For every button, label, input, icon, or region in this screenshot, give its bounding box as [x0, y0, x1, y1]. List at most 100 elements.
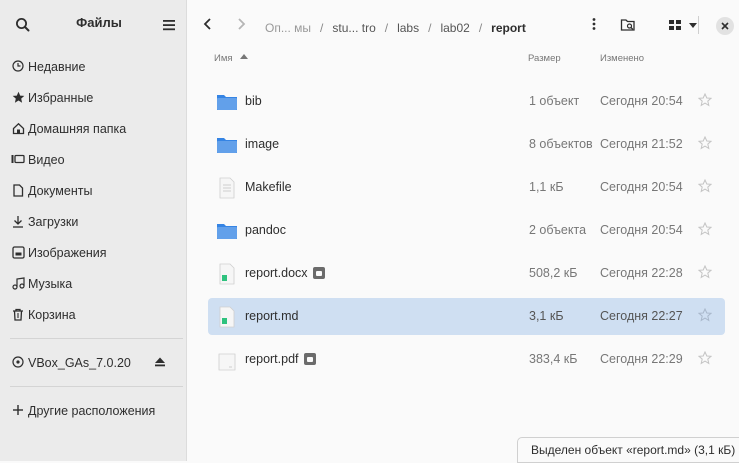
breadcrumb-segment[interactable]: Оп... мы [264, 21, 312, 35]
lock-icon [303, 353, 316, 365]
sidebar-item-device[interactable]: VBox_GAs_7.0.20 [0, 347, 187, 378]
star-outline-icon[interactable] [698, 179, 712, 193]
trash-icon [11, 307, 25, 321]
breadcrumb-separator: / [428, 21, 432, 35]
breadcrumb-separator: / [320, 21, 324, 35]
breadcrumb-separator: / [478, 21, 483, 35]
breadcrumb-segment[interactable]: stu... tro [331, 21, 376, 35]
sidebar-item-starred[interactable]: Избранные [0, 82, 187, 113]
column-header-modified[interactable]: Изменено [600, 53, 644, 64]
sidebar-header: Файлы [0, 0, 187, 48]
sidebar-item-label: Корзина [28, 307, 76, 322]
star-outline-icon[interactable] [698, 136, 712, 150]
sidebar-item-trash[interactable]: Корзина [0, 299, 187, 330]
folder-icon [217, 95, 237, 110]
sidebar-item-label: VBox_GAs_7.0.20 [28, 355, 131, 370]
forward-icon[interactable] [234, 17, 248, 31]
disc-icon [11, 355, 25, 369]
folder-search-icon[interactable] [620, 17, 636, 33]
sidebar: Файлы Недавние Избранные Домашняя папка … [0, 0, 187, 461]
breadcrumb-segment[interactable]: lab02 [439, 21, 470, 35]
file-size: 1 объект [529, 94, 580, 108]
breadcrumb-current[interactable]: report [490, 21, 527, 35]
text-file-icon [219, 177, 235, 199]
sidebar-item-label: Домашняя папка [28, 121, 127, 136]
music-icon [11, 276, 25, 290]
download-icon [11, 214, 25, 228]
file-row-selected[interactable]: report.md 3,1 кБ Сегодня 22:27 [208, 298, 725, 335]
sidebar-item-label: Видео [28, 152, 65, 167]
sidebar-item-label: Документы [28, 183, 93, 198]
column-header-size[interactable]: Размер [528, 53, 561, 64]
header-bar: Оп... мы / stu... tro / labs / lab02 / r… [187, 0, 739, 48]
video-icon [11, 152, 25, 166]
file-size: 8 объектов [529, 137, 593, 151]
file-size: 383,4 кБ [529, 352, 578, 366]
eject-icon[interactable] [153, 355, 167, 369]
breadcrumb: Оп... мы / stu... tro / labs / lab02 / r… [264, 16, 594, 40]
pdf-file-icon [218, 353, 236, 371]
star-outline-icon[interactable] [698, 308, 712, 322]
back-icon[interactable] [201, 17, 215, 31]
sidebar-divider [10, 338, 183, 339]
search-icon[interactable] [14, 16, 32, 34]
image-icon [11, 245, 25, 259]
file-modified: Сегодня 21:52 [600, 137, 683, 151]
document-file-icon [219, 263, 235, 285]
star-outline-icon[interactable] [698, 222, 712, 236]
sidebar-item-recent[interactable]: Недавние [0, 51, 187, 82]
file-size: 2 объекта [529, 223, 587, 237]
grid-view-icon[interactable] [667, 17, 683, 33]
document-file-icon [219, 306, 235, 328]
sidebar-item-label: Недавние [28, 59, 86, 74]
file-modified: Сегодня 20:54 [600, 223, 683, 237]
clock-icon [11, 59, 25, 73]
star-outline-icon[interactable] [698, 93, 712, 107]
file-name: report.md [245, 309, 299, 323]
star-icon [11, 90, 25, 104]
file-modified: Сегодня 22:27 [600, 309, 683, 323]
file-name: pandoc [245, 223, 287, 237]
file-row[interactable]: Makefile 1,1 кБ Сегодня 20:54 [208, 169, 725, 206]
home-icon [11, 121, 25, 135]
close-button[interactable] [716, 17, 734, 35]
sidebar-item-pictures[interactable]: Изображения [0, 237, 187, 268]
breadcrumb-segment[interactable]: labs [396, 21, 420, 35]
file-list: Имя Размер Изменено bib 1 объект Сегодня… [187, 48, 739, 461]
sidebar-item-documents[interactable]: Документы [0, 175, 187, 206]
file-row[interactable]: report.pdf 383,4 кБ Сегодня 22:29 [208, 341, 725, 378]
file-row[interactable]: pandoc 2 объекта Сегодня 20:54 [208, 212, 725, 249]
selection-status: Выделен объект «report.md» (3,1 кБ) [517, 437, 739, 463]
file-row[interactable]: bib 1 объект Сегодня 20:54 [208, 83, 725, 120]
sidebar-item-label: Загрузки [28, 214, 79, 229]
path-menu-icon[interactable] [587, 17, 601, 31]
column-header-name[interactable]: Имя [214, 53, 249, 64]
sidebar-item-other-locations[interactable]: Другие расположения [0, 395, 187, 426]
sort-ascending-icon [240, 54, 249, 59]
sidebar-item-label: Музыка [28, 276, 73, 291]
sidebar-item-home[interactable]: Домашняя папка [0, 113, 187, 144]
plus-icon [11, 403, 25, 417]
lock-icon [312, 267, 325, 279]
app-title: Файлы [76, 15, 122, 30]
file-name-text: report.pdf [245, 352, 299, 366]
star-outline-icon[interactable] [698, 265, 712, 279]
folder-icon [217, 138, 237, 153]
file-name: report.pdf [245, 352, 316, 366]
file-name: report.docx [245, 266, 325, 280]
view-options-dropdown-icon[interactable] [687, 17, 703, 33]
file-name: image [245, 137, 280, 151]
sidebar-item-downloads[interactable]: Загрузки [0, 206, 187, 237]
breadcrumb-separator: / [384, 21, 389, 35]
column-header-label: Имя [214, 53, 233, 64]
sidebar-divider [10, 386, 183, 387]
sidebar-item-videos[interactable]: Видео [0, 144, 187, 175]
star-outline-icon[interactable] [698, 351, 712, 365]
file-row[interactable]: image 8 объектов Сегодня 21:52 [208, 126, 725, 163]
places-list: Недавние Избранные Домашняя папка Видео … [0, 51, 187, 426]
file-row[interactable]: report.docx 508,2 кБ Сегодня 22:28 [208, 255, 725, 292]
file-modified: Сегодня 20:54 [600, 180, 683, 194]
file-modified: Сегодня 22:28 [600, 266, 683, 280]
sidebar-item-music[interactable]: Музыка [0, 268, 187, 299]
hamburger-menu-icon[interactable] [160, 16, 178, 34]
